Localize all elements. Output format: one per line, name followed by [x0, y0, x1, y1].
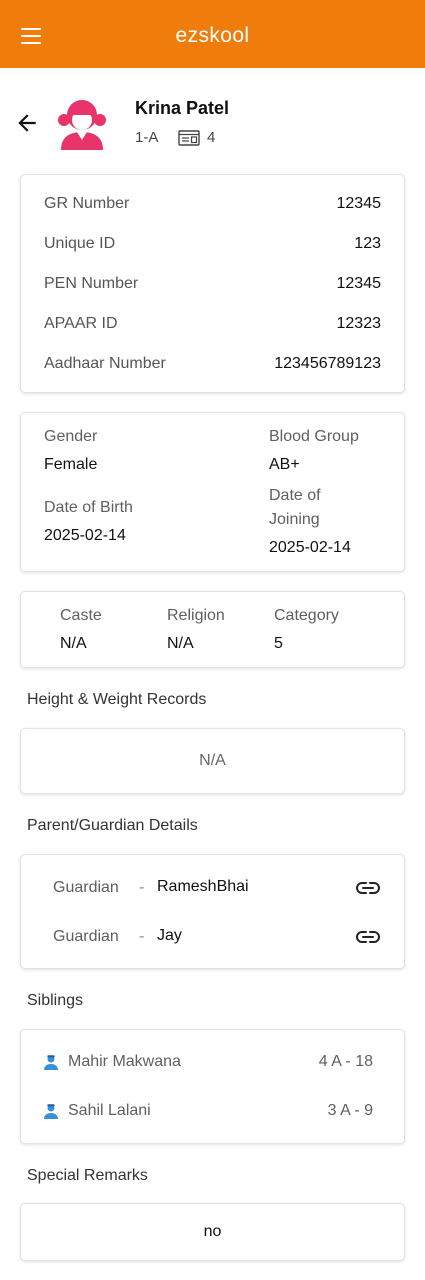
caste-value: N/A: [60, 635, 87, 652]
unique-id-label: Unique ID: [44, 235, 116, 252]
person-icon: [44, 1055, 58, 1070]
roll-number: 4: [207, 129, 216, 146]
special-remarks-value: no: [203, 1223, 222, 1240]
pen-number-label: PEN Number: [44, 275, 139, 292]
guardian-separator: -: [139, 879, 145, 896]
aadhaar-number-label: Aadhaar Number: [44, 355, 166, 372]
link-icon[interactable]: [356, 930, 380, 944]
student-name: Krina Patel: [135, 98, 230, 118]
gender-value: Female: [44, 456, 98, 473]
sibling-class-roll: 4 A - 18: [318, 1053, 373, 1070]
religion-label: Religion: [167, 607, 225, 624]
special-remarks-card: no: [20, 1203, 405, 1261]
siblings-card: Mahir Makwana 4 A - 18 Sahil Lalani 3 A …: [20, 1029, 405, 1144]
personal-details-card: Gender Female Blood Group AB+ Date of Bi…: [20, 412, 405, 572]
id-card-icon: [178, 130, 200, 146]
app-title: ezskool: [175, 24, 250, 47]
guardian-name: Jay: [157, 927, 182, 944]
gender-label: Gender: [44, 428, 98, 445]
blood-group-value: AB+: [269, 456, 300, 473]
sibling-class-roll: 3 A - 9: [327, 1102, 373, 1119]
siblings-title: Siblings: [27, 992, 84, 1009]
category-value: 5: [274, 635, 283, 652]
doj-label: Date of Joining: [269, 487, 321, 528]
sibling-name: Sahil Lalani: [68, 1102, 151, 1119]
religion-value: N/A: [167, 635, 194, 652]
category-label: Category: [274, 607, 339, 624]
apaar-id-label: APAAR ID: [44, 315, 118, 332]
student-avatar-icon: [58, 100, 106, 150]
caste-label: Caste: [60, 607, 102, 624]
unique-id-value: 123: [354, 235, 381, 252]
social-details-card: Caste N/A Religion N/A Category 5: [20, 591, 405, 668]
blood-group-label: Blood Group: [269, 428, 359, 445]
gr-number-label: GR Number: [44, 195, 130, 212]
link-icon[interactable]: [356, 881, 380, 895]
guardian-relation: Guardian: [53, 879, 119, 896]
height-weight-value: N/A: [199, 752, 226, 769]
gr-number-value: 12345: [336, 195, 382, 212]
ids-card: GR Number 12345 Unique ID 123 PEN Number…: [20, 174, 405, 393]
person-icon: [44, 1104, 58, 1119]
student-class: 1-A: [135, 129, 159, 146]
back-arrow-icon[interactable]: [14, 110, 40, 136]
special-remarks-title: Special Remarks: [27, 1167, 148, 1184]
doj-value: 2025-02-14: [269, 539, 351, 556]
apaar-id-value: 12323: [336, 315, 382, 332]
aadhaar-number-value: 123456789123: [274, 355, 381, 372]
guardian-section-title: Parent/Guardian Details: [27, 817, 198, 834]
dob-value: 2025-02-14: [44, 527, 126, 544]
guardian-separator: -: [139, 928, 145, 945]
dob-label: Date of Birth: [44, 499, 133, 516]
guardian-card: Guardian - RameshBhai Guardian - Jay: [20, 854, 405, 969]
pen-number-value: 12345: [336, 275, 382, 292]
guardian-relation: Guardian: [53, 928, 119, 945]
height-weight-title: Height & Weight Records: [27, 691, 207, 708]
app-bar: ezskool: [0, 0, 425, 68]
sibling-name: Mahir Makwana: [68, 1053, 181, 1070]
guardian-name: RameshBhai: [157, 878, 249, 895]
height-weight-card: N/A: [20, 728, 405, 794]
